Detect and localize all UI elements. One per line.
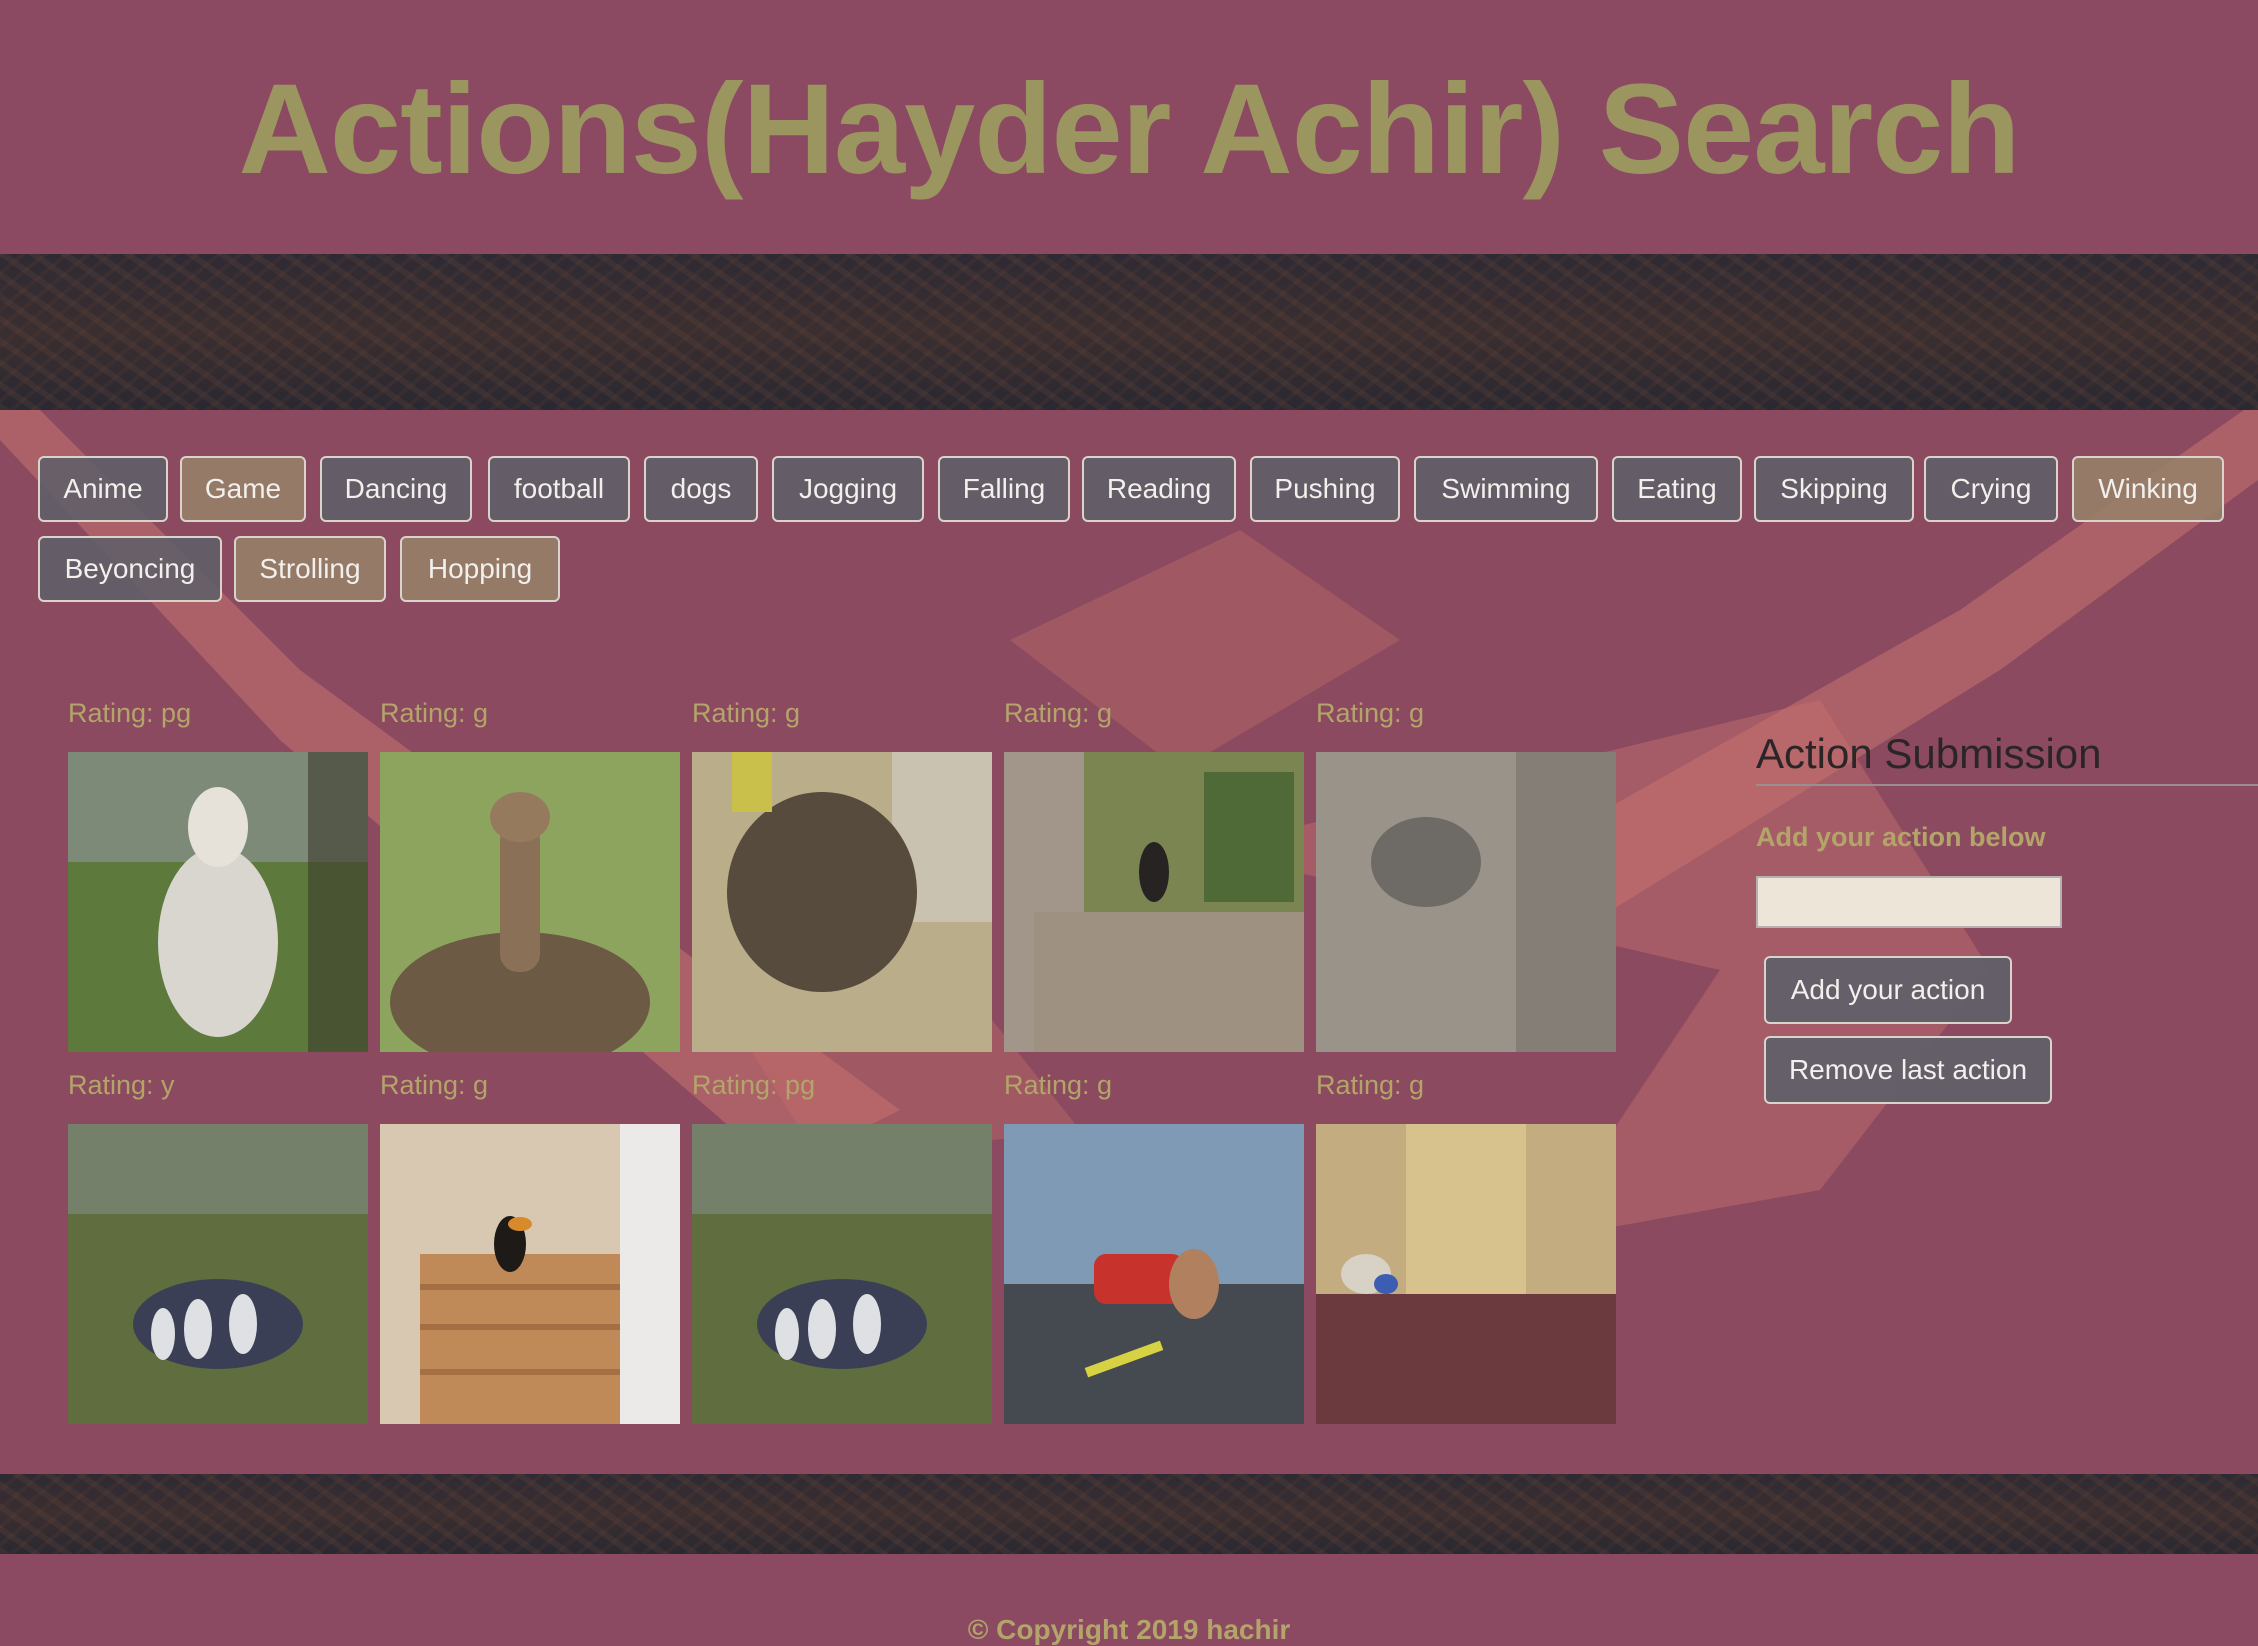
gif-image-dog-porch[interactable] (1004, 752, 1304, 1052)
main-content: Anime Game Dancing football dogs Jogging Falli… (0, 410, 2258, 1474)
copyright-text: © Copyright 2019 hachir (967, 1614, 1291, 1645)
gif-rating: Rating: g (380, 1070, 489, 1100)
gif-rating: Rating: g (380, 698, 489, 728)
textured-banner-top (0, 254, 2258, 410)
action-button-beyoncing[interactable]: Beyoncing (38, 536, 222, 602)
footer: © Copyright 2019 hachir (0, 1554, 2258, 1646)
textured-banner-bottom (0, 1474, 2258, 1554)
action-submission-panel: Action Submission Add your action below … (1756, 726, 2258, 1104)
action-button-anime[interactable]: Anime (38, 456, 168, 522)
action-button-jogging[interactable]: Jogging (772, 456, 924, 522)
gif-image-brown-alpaca[interactable] (380, 752, 680, 1052)
action-button-falling[interactable]: Falling (938, 456, 1070, 522)
gif-rating: Rating: g (1004, 1070, 1113, 1100)
gif-image-seal[interactable] (692, 752, 992, 1052)
gif-image-white-alpaca[interactable] (68, 752, 368, 1052)
gif-image-toy-hallway[interactable] (1316, 1124, 1616, 1424)
gif-rating: Rating: g (1316, 698, 1425, 728)
gif-image-red-car[interactable] (1004, 1124, 1304, 1424)
gif-image-penguins[interactable] (692, 1124, 992, 1424)
action-button-crying[interactable]: Crying (1924, 456, 2058, 522)
remove-last-action-button[interactable]: Remove last action (1764, 1036, 2052, 1104)
gif-image-toucan-stairs[interactable] (380, 1124, 680, 1424)
action-input[interactable] (1756, 876, 2062, 928)
submission-title: Action Submission (1756, 726, 2258, 786)
gif-image-penguins[interactable] (68, 1124, 368, 1424)
action-button-winking[interactable]: Winking (2072, 456, 2224, 522)
action-button-game[interactable]: Game (180, 456, 306, 522)
action-button-swimming[interactable]: Swimming (1414, 456, 1598, 522)
gif-rating: Rating: g (692, 698, 801, 728)
action-button-dancing[interactable]: Dancing (320, 456, 472, 522)
action-button-eating[interactable]: Eating (1612, 456, 1742, 522)
gif-rating: Rating: pg (692, 1070, 816, 1100)
header: Actions(Hayder Achir) Search (0, 0, 2258, 254)
action-button-skipping[interactable]: Skipping (1754, 456, 1914, 522)
action-button-hopping[interactable]: Hopping (400, 536, 560, 602)
action-button-dogs[interactable]: dogs (644, 456, 758, 522)
action-button-strolling[interactable]: Strolling (234, 536, 386, 602)
add-action-button[interactable]: Add your action (1764, 956, 2012, 1024)
gif-image-kitten[interactable] (1316, 752, 1616, 1052)
gif-rating: Rating: y (68, 1070, 175, 1100)
gif-rating: Rating: g (1316, 1070, 1425, 1100)
action-button-football[interactable]: football (488, 456, 630, 522)
gif-rating: Rating: g (1004, 698, 1113, 728)
action-button-reading[interactable]: Reading (1082, 456, 1236, 522)
page-title: Actions(Hayder Achir) Search (238, 58, 2020, 201)
action-input-label: Add your action below (1756, 822, 2046, 852)
action-button-pushing[interactable]: Pushing (1250, 456, 1400, 522)
gif-rating: Rating: pg (68, 698, 192, 728)
